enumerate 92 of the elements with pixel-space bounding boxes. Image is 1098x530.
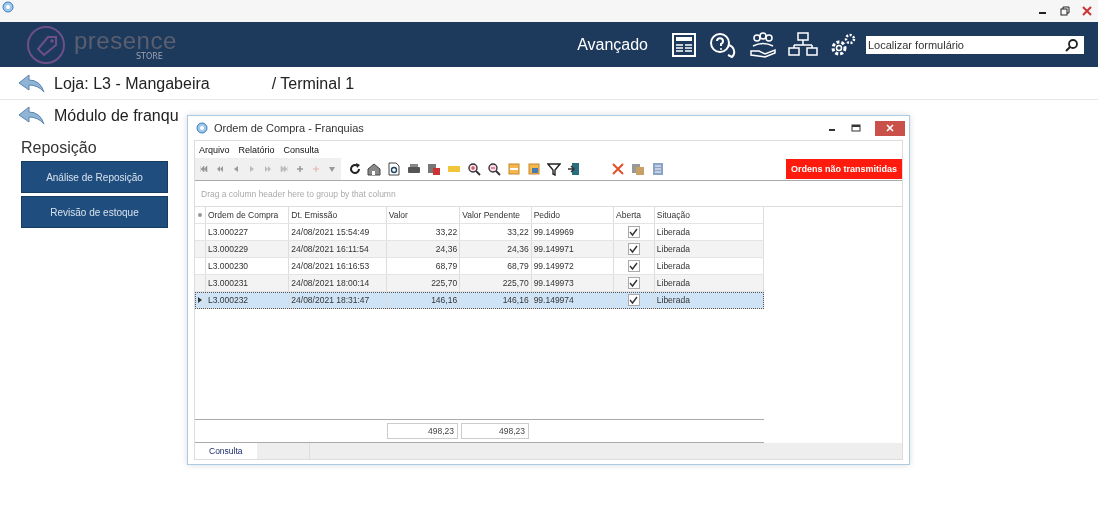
printer-icon[interactable] bbox=[407, 162, 421, 176]
total-value: 498,23 bbox=[461, 423, 529, 439]
restore-icon[interactable] bbox=[1060, 6, 1070, 16]
table-cell: 99.149969 bbox=[531, 224, 615, 240]
table-cell: 99.149971 bbox=[531, 241, 615, 257]
network-icon[interactable] bbox=[788, 30, 818, 59]
table-cell: 99.149972 bbox=[531, 258, 615, 274]
export-icon[interactable] bbox=[427, 162, 441, 176]
back-arrow-icon[interactable] bbox=[18, 106, 46, 126]
sidebar-button[interactable]: Análise de Reposição bbox=[21, 161, 168, 193]
app-icon bbox=[196, 122, 208, 134]
column-header[interactable]: Ordem de Compra bbox=[205, 207, 290, 223]
column-header[interactable]: Dt. Emissão bbox=[289, 207, 387, 223]
table-cell: 225,70 bbox=[460, 275, 532, 291]
checkbox[interactable] bbox=[627, 277, 640, 289]
help-chat-icon[interactable] bbox=[708, 30, 738, 59]
table-cell: Liberada bbox=[654, 292, 764, 308]
table-cell: 146,16 bbox=[460, 292, 532, 308]
column-header[interactable]: Aberta bbox=[614, 207, 655, 223]
select-all-icon[interactable] bbox=[195, 207, 206, 223]
table-cell: Liberada bbox=[654, 275, 764, 291]
copy-icon[interactable] bbox=[631, 162, 645, 176]
list-icon[interactable] bbox=[651, 162, 665, 176]
row-pointer-icon bbox=[197, 297, 202, 303]
column-header[interactable]: Pedido bbox=[531, 207, 615, 223]
table-cell: 24,36 bbox=[386, 241, 461, 257]
zoom-out-icon[interactable] bbox=[487, 162, 501, 176]
alert-badge: Ordens não transmitidas bbox=[785, 159, 902, 179]
table-cell: L3.000227 bbox=[205, 224, 290, 240]
newspaper-icon[interactable] bbox=[670, 30, 698, 59]
table-cell: 33,22 bbox=[386, 224, 461, 240]
table-cell: 33,22 bbox=[460, 224, 532, 240]
sidebar-title: Reposição bbox=[21, 139, 98, 157]
table-cell: L3.000229 bbox=[205, 241, 290, 257]
sidebar-button[interactable]: Revisão de estoque bbox=[21, 196, 168, 228]
table-cell: 24/08/2021 15:54:49 bbox=[289, 224, 387, 240]
table-cell: 146,16 bbox=[386, 292, 461, 308]
logo-subtitle: STORE bbox=[136, 52, 163, 61]
menu-item[interactable]: Relatório bbox=[238, 144, 275, 155]
table-cell: 24,36 bbox=[460, 241, 532, 257]
delete-icon[interactable] bbox=[611, 162, 625, 176]
house-icon[interactable] bbox=[367, 162, 381, 176]
table-cell: 68,79 bbox=[460, 258, 532, 274]
column-header[interactable]: Valor bbox=[386, 207, 461, 223]
terminal-label: / Terminal 1 bbox=[271, 75, 355, 93]
table-cell: L3.000232 bbox=[205, 292, 290, 308]
refresh-icon[interactable] bbox=[349, 163, 361, 175]
checkbox[interactable] bbox=[627, 243, 640, 255]
module-label: Módulo de franqu bbox=[54, 107, 179, 125]
column-header[interactable]: Situação bbox=[654, 207, 764, 223]
table-row[interactable]: L3.000229 24/08/2021 16:11:54 24,36 24,36 99.149971 Liberada bbox=[195, 241, 764, 258]
table-cell: 24/08/2021 18:31:47 bbox=[289, 292, 387, 308]
back-arrow-icon[interactable] bbox=[18, 74, 46, 94]
column-header[interactable]: Valor Pendente bbox=[460, 207, 532, 223]
filter-icon[interactable] bbox=[547, 162, 561, 176]
table-cell: Liberada bbox=[654, 241, 764, 257]
table-cell: 24/08/2021 16:11:54 bbox=[289, 241, 387, 257]
print-preview-icon[interactable] bbox=[387, 162, 401, 176]
maximize-icon[interactable] bbox=[851, 123, 861, 133]
table-cell: Liberada bbox=[654, 258, 764, 274]
table-cell: 24/08/2021 18:00:14 bbox=[289, 275, 387, 291]
table-cell: 68,79 bbox=[386, 258, 461, 274]
group-hint: Drag a column header here to group by that column bbox=[201, 188, 396, 199]
dialog-title: Ordem de Compra - Franquias bbox=[214, 122, 364, 134]
total-value: 498,23 bbox=[387, 423, 458, 439]
table-cell: Liberada bbox=[654, 224, 764, 240]
search-icon[interactable] bbox=[1065, 37, 1079, 52]
search-field[interactable]: Localizar formulário bbox=[866, 35, 1084, 54]
checkbox[interactable] bbox=[627, 226, 640, 238]
menu-item[interactable]: Consulta bbox=[283, 144, 320, 155]
exit-door-icon[interactable] bbox=[567, 162, 581, 176]
section-title: Avançado bbox=[577, 35, 648, 54]
table-cell: L3.000230 bbox=[205, 258, 290, 274]
checkbox[interactable] bbox=[627, 294, 640, 306]
store-label: Loja: L3 - Mangabeira bbox=[54, 75, 210, 93]
table-row[interactable]: L3.000232 24/08/2021 18:31:47 146,16 146,16 99.149974 Liberada bbox=[195, 292, 764, 309]
window-icon[interactable] bbox=[527, 162, 541, 176]
zoom-in-icon[interactable] bbox=[467, 162, 481, 176]
table-cell: 24/08/2021 16:16:53 bbox=[289, 258, 387, 274]
checkbox[interactable] bbox=[627, 260, 640, 272]
tab[interactable]: Consulta bbox=[195, 443, 257, 459]
tag-logo-icon bbox=[26, 24, 66, 65]
people-hand-icon[interactable] bbox=[748, 30, 778, 59]
close-button[interactable] bbox=[875, 120, 905, 136]
table-row[interactable]: L3.000231 24/08/2021 18:00:14 225,70 225,70 99.149973 Liberada bbox=[195, 275, 764, 292]
table-cell: 225,70 bbox=[386, 275, 461, 291]
table-cell: L3.000231 bbox=[205, 275, 290, 291]
table-cell: 99.149973 bbox=[531, 275, 615, 291]
table-cell: 99.149974 bbox=[531, 292, 615, 308]
close-icon[interactable] bbox=[1082, 6, 1092, 16]
logo-text: presence bbox=[74, 28, 177, 53]
menu-item[interactable]: Arquivo bbox=[199, 144, 230, 155]
